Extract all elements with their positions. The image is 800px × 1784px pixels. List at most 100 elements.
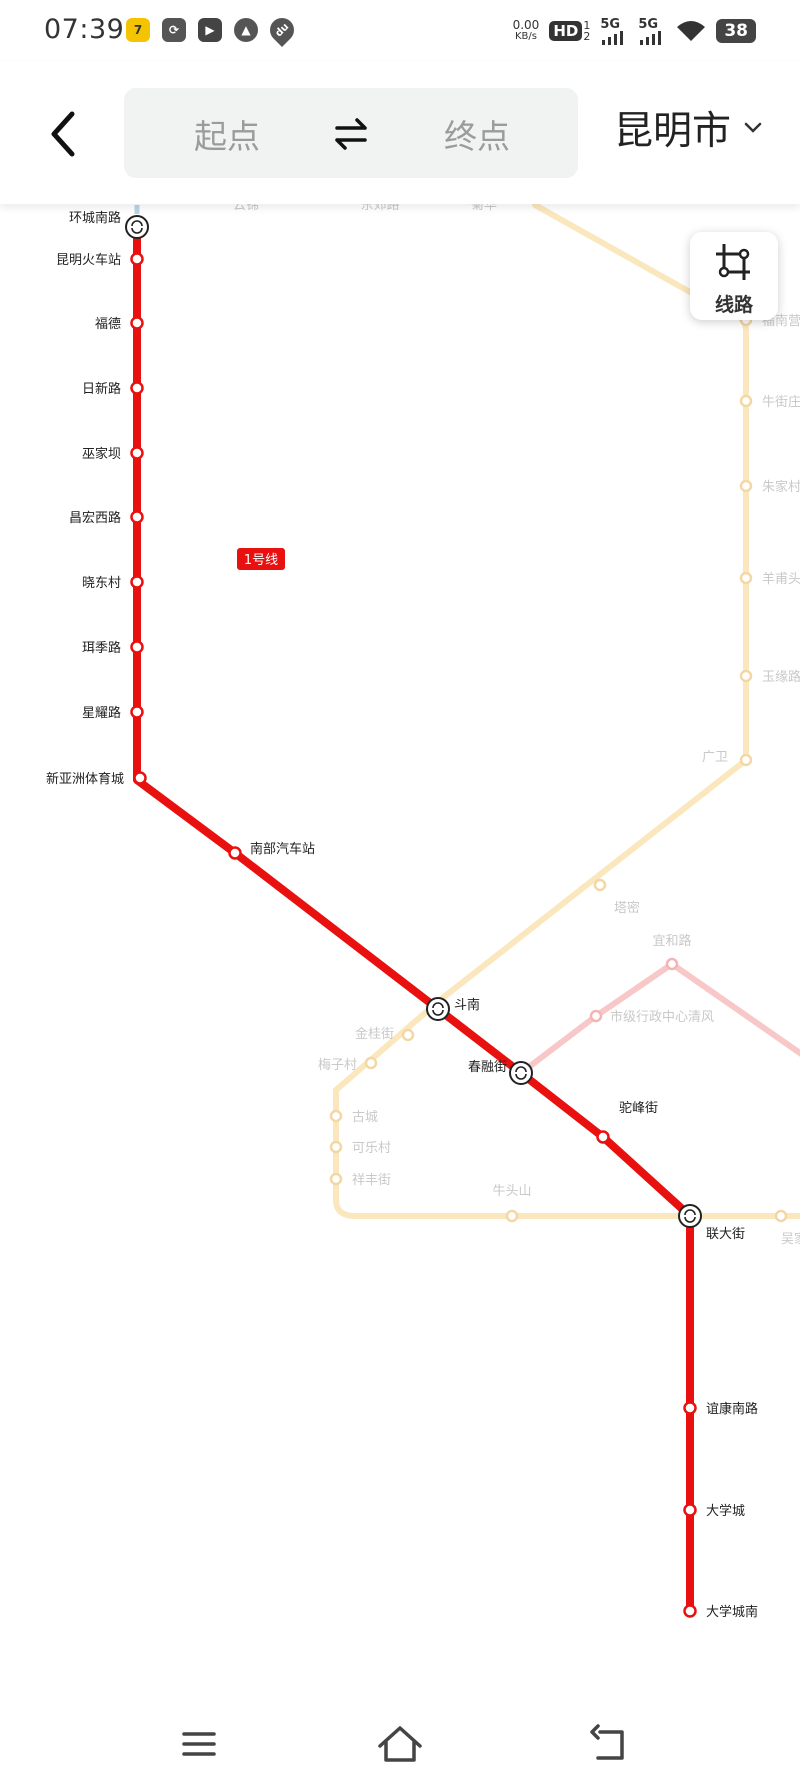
faded-station-label: 宜和路 (652, 933, 691, 949)
station-label: 晓东村 (82, 576, 121, 591)
station-13[interactable] (596, 1130, 610, 1144)
station-dot (683, 1604, 697, 1618)
station-2[interactable] (130, 316, 144, 330)
station-label: 昆明火车站 (56, 252, 121, 268)
back-arrow-icon[interactable] (44, 108, 80, 160)
transfer-icon (678, 1204, 702, 1228)
faded-station-dot[interactable] (593, 878, 607, 892)
home-icon[interactable] (375, 1722, 425, 1766)
station-label: 春融街 (468, 1060, 507, 1075)
faded-station-label: 金桂街 (355, 1026, 394, 1042)
transfer-icon (125, 215, 149, 239)
faded-station-dot[interactable] (589, 1009, 603, 1023)
faded-station-dot[interactable] (364, 1056, 378, 1070)
faded-station-label: 梅子村 (318, 1058, 357, 1073)
station-12[interactable] (509, 1061, 533, 1085)
station-label: 大学城 (706, 1503, 745, 1519)
faded-station-label: 牛街庄 (762, 394, 800, 410)
faded-station-label: 祥丰街 (352, 1173, 391, 1188)
faded-station-label: 玉缘路 (762, 669, 800, 685)
lines-button[interactable]: 线路 (690, 232, 778, 320)
station-dot (130, 640, 144, 654)
line-1-badge-label: 1号线 (244, 553, 278, 568)
swap-icon[interactable] (333, 116, 369, 152)
chevron-down-icon (744, 122, 762, 133)
faded-station-dot[interactable] (329, 1172, 343, 1186)
station-dot (683, 1401, 697, 1415)
faded-station-dot[interactable] (739, 571, 753, 585)
station-label: 南部汽车站 (250, 841, 315, 857)
station-label: 巫家坝 (82, 446, 121, 462)
city-name: 昆明市 (614, 109, 732, 154)
station-dot (228, 846, 242, 860)
station-dot (683, 1503, 697, 1517)
station-15[interactable] (683, 1401, 697, 1415)
station-8[interactable] (130, 705, 144, 719)
faded-station-dot[interactable] (401, 1028, 415, 1042)
station-10[interactable] (228, 846, 242, 860)
station-4[interactable] (130, 446, 144, 460)
start-point-input[interactable]: 起点 (194, 110, 260, 158)
metro-map[interactable]: 福南营牛街庄朱家村羊甫头玉缘路广卫塔密宜和路市级行政中心清风金桂街梅子村古城可乐… (0, 0, 800, 1700)
station-0[interactable] (125, 215, 149, 239)
faded-station-label: 朱家村 (762, 479, 800, 495)
transfer-icon (426, 997, 450, 1021)
station-label: 珥季路 (82, 640, 121, 656)
back-icon[interactable] (586, 1722, 636, 1766)
faded-station-label: 广卫 (702, 750, 728, 765)
faded-station-label: 羊甫头 (762, 571, 800, 587)
faded-station-dot[interactable] (739, 479, 753, 493)
faded-station-dot[interactable] (774, 1209, 788, 1223)
faded-station-dot[interactable] (329, 1140, 343, 1154)
station-dot (130, 316, 144, 330)
faded-station-label: 塔密 (614, 900, 640, 916)
station-16[interactable] (683, 1503, 697, 1517)
station-3[interactable] (130, 381, 144, 395)
station-label: 联大街 (706, 1227, 745, 1242)
station-dot (130, 252, 144, 266)
station-dot (130, 510, 144, 524)
faded-station-label: 吴家营 (781, 1231, 800, 1247)
menu-icon[interactable] (174, 1722, 224, 1766)
station-17[interactable] (683, 1604, 697, 1618)
faded-station-dot[interactable] (505, 1209, 519, 1223)
station-label: 谊康南路 (706, 1401, 758, 1417)
station-dot (130, 381, 144, 395)
station-5[interactable] (130, 510, 144, 524)
station-dot (130, 446, 144, 460)
station-label: 大学城南 (706, 1604, 758, 1620)
faded-station-dot[interactable] (665, 957, 679, 971)
station-7[interactable] (130, 640, 144, 654)
faded-station-label: 牛头山 (492, 1184, 531, 1199)
system-nav-bar (0, 1710, 800, 1784)
station-label: 昌宏西路 (69, 510, 121, 526)
route-input-box: 起点 终点 (124, 88, 578, 178)
station-9[interactable] (133, 771, 147, 785)
station-6[interactable] (130, 575, 144, 589)
lines-button-label: 线路 (714, 294, 753, 316)
station-dot (596, 1130, 610, 1144)
station-label: 福德 (95, 317, 121, 332)
station-1[interactable] (130, 252, 144, 266)
city-selector[interactable]: 昆明市 (614, 88, 763, 168)
faded-station-dot[interactable] (739, 669, 753, 683)
station-dot (130, 705, 144, 719)
faded-station-dot[interactable] (739, 753, 753, 767)
line-1-badge[interactable]: 1号线 (237, 548, 285, 570)
faded-station-dot[interactable] (739, 394, 753, 408)
route-header: 起点 终点 昆明市 (0, 62, 800, 204)
station-label: 驼峰街 (619, 1100, 658, 1116)
station-14[interactable] (678, 1204, 702, 1228)
station-label: 斗南 (454, 997, 480, 1013)
end-point-input[interactable]: 终点 (444, 110, 510, 158)
station-label: 日新路 (82, 381, 121, 397)
faded-station-label: 可乐村 (352, 1141, 391, 1156)
station-dot (133, 771, 147, 785)
station-label: 新亚洲体育城 (46, 771, 124, 787)
route-icon (716, 244, 750, 280)
transfer-icon (509, 1061, 533, 1085)
faded-station-label: 市级行政中心清风 (610, 1009, 714, 1025)
station-11[interactable] (426, 997, 450, 1021)
station-dot (130, 575, 144, 589)
faded-station-dot[interactable] (329, 1109, 343, 1123)
